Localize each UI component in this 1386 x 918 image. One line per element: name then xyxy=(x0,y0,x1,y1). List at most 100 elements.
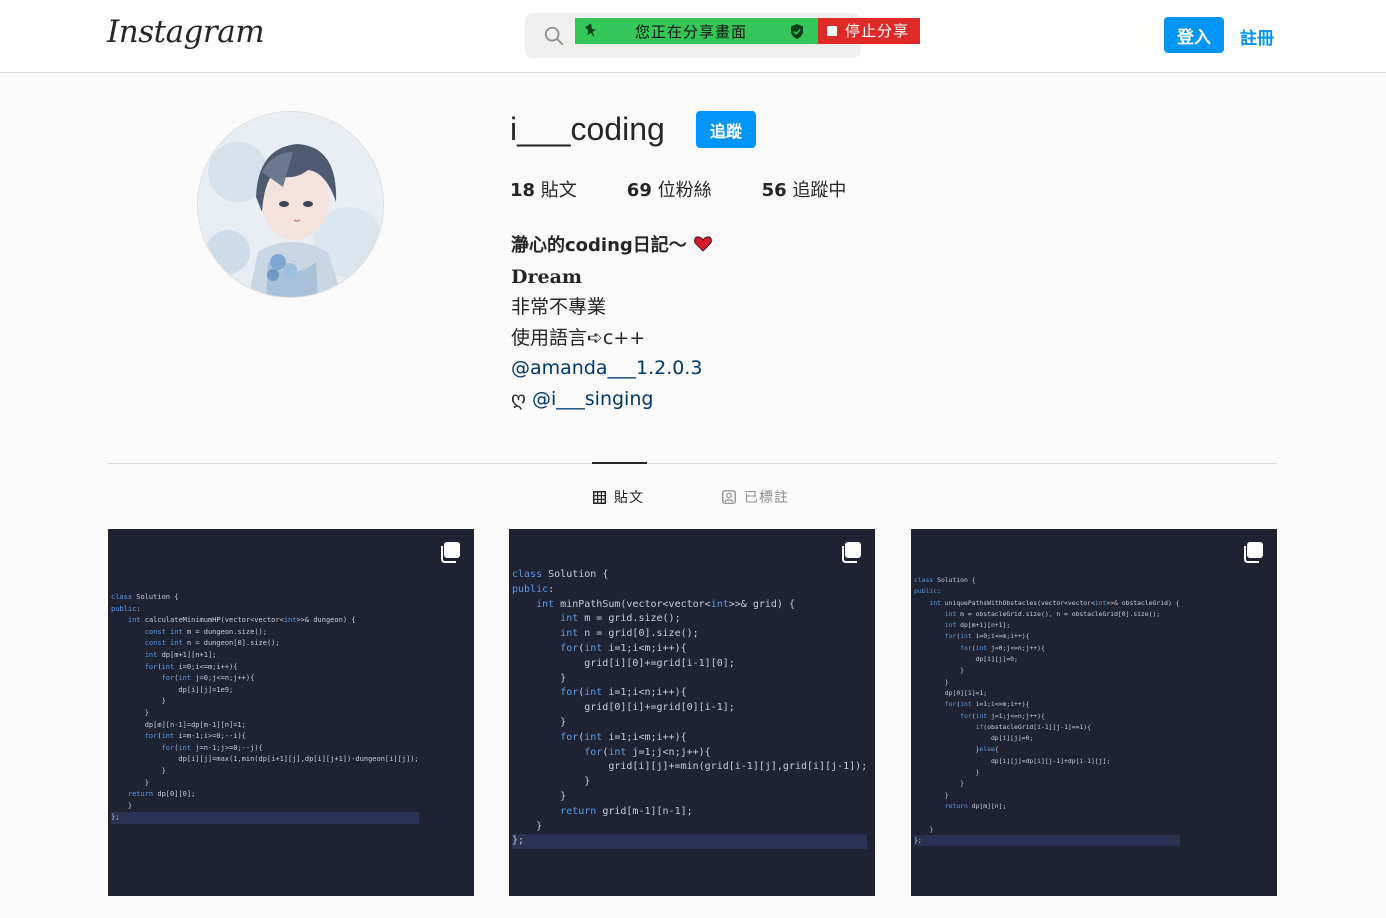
followers-stat[interactable]: 69 位粉絲 xyxy=(627,176,712,202)
code-line: } xyxy=(512,790,567,802)
posts-count-stat: 18 貼文 xyxy=(510,176,577,202)
code-line: } xyxy=(111,708,149,717)
code-line: public: xyxy=(111,604,141,613)
code-line: }; xyxy=(512,834,868,850)
followers-count: 69 xyxy=(626,180,652,201)
instagram-logo[interactable]: Instagram xyxy=(107,14,265,50)
code-line: } xyxy=(914,824,934,833)
screen-share-indicator: 您正在分享畫面 停止分享 xyxy=(575,18,920,44)
profile-stats: 18 貼文 69 位粉絲 56 追蹤中 xyxy=(510,176,896,202)
bio-mention-amanda[interactable]: @amanda___1.2.0.3 xyxy=(511,353,713,384)
code-line: public: xyxy=(512,583,555,595)
code-line: if(obstacleGrid[i-1][j-1]==1){ xyxy=(975,722,1091,731)
post-code-screenshot: class Solution { public: int calculateMin… xyxy=(111,592,419,824)
stop-share-button[interactable]: 停止分享 xyxy=(818,18,920,44)
code-line: } xyxy=(914,768,980,777)
code-line: for(int j=n-1;j>=0;--j){ xyxy=(161,743,263,752)
post-thumbnail[interactable]: class Solution { public: int calculateMin… xyxy=(108,529,474,896)
code-line: }else{ xyxy=(914,745,999,754)
code-line: } xyxy=(111,801,133,810)
tab-posts[interactable]: 貼文 xyxy=(593,487,644,507)
code-line: for(int i=0;i<=m;i++){ xyxy=(944,632,1030,641)
code-line: dp[i][j]=max(1,min(dp[i+1][j],dp[i][j+1]… xyxy=(111,755,419,764)
code-line: } xyxy=(512,820,543,832)
stop-share-label: 停止分享 xyxy=(845,22,910,40)
code-line: for(int j=0;j<=n;j++){ xyxy=(161,674,255,683)
login-button[interactable]: 登入 xyxy=(1164,17,1224,53)
code-line: } xyxy=(111,766,166,775)
code-line: class Solution { xyxy=(111,593,179,601)
follow-button[interactable]: 追蹤 xyxy=(696,111,756,148)
code-line: return dp[0][0]; xyxy=(127,790,196,799)
bio-line-2: 非常不專業 xyxy=(511,296,607,318)
profile-bio: 瀞心的coding日記～ 𝐃𝐫𝐞𝐚𝐦 非常不專業 使用語言➪c++ @amand… xyxy=(511,230,713,414)
post-thumbnail[interactable]: class Solution {public: int minPathSum(v… xyxy=(509,529,875,896)
code-line: int n = grid[0].size(); xyxy=(560,628,699,640)
following-label: 追蹤中 xyxy=(792,180,847,201)
code-line: } xyxy=(512,672,567,684)
followers-label: 位粉絲 xyxy=(657,180,712,201)
code-line: const int m = dungeon.size(); xyxy=(144,627,267,636)
code-line: } xyxy=(512,776,591,788)
stop-icon xyxy=(827,26,837,36)
code-line: grid[i][0]+=grid[i-1][0]; xyxy=(512,657,735,669)
code-line: grid[0][i]+=grid[0][i-1]; xyxy=(512,702,735,714)
code-line: for(int j=1;j<=n;j++){ xyxy=(960,711,1045,720)
code-line: for(int i=1;i<=m;i++){ xyxy=(944,700,1030,709)
heart-icon xyxy=(694,236,712,252)
shield-check-icon xyxy=(791,24,803,39)
avatar-illustration xyxy=(198,112,383,297)
code-line: for(int i=m-1;i>=0;--i){ xyxy=(144,732,246,741)
code-line: for(int i=1;i<n;i++){ xyxy=(560,687,687,699)
posts-count: 18 xyxy=(510,180,536,201)
post-code-screenshot: class Solution {public: int uniquePathsW… xyxy=(914,575,1180,847)
posts-count-label: 貼文 xyxy=(540,180,577,201)
following-count: 56 xyxy=(761,180,787,201)
code-line: for(int i=1;i<m;i++){ xyxy=(560,731,687,743)
code-line: } xyxy=(914,779,965,788)
multiple-photos-icon xyxy=(441,542,460,563)
profile-avatar[interactable] xyxy=(197,111,384,298)
code-line: int calculateMinimumHP(vector<vector<int… xyxy=(127,616,356,625)
top-navigation-bar: Instagram 您正在分享畫面 停止分享 登入 註冊 xyxy=(0,0,1386,73)
code-line: int m = obstacleGrid.size(), n = obstacl… xyxy=(944,609,1161,618)
pin-icon[interactable] xyxy=(585,23,599,39)
search-icon xyxy=(544,26,564,46)
bio-line-dream: 𝐃𝐫𝐞𝐚𝐦 xyxy=(511,265,582,288)
profile-username: i___coding xyxy=(510,111,665,147)
code-line: dp[i][j]=0; xyxy=(914,655,1018,664)
code-line: } xyxy=(111,697,166,706)
code-line: }; xyxy=(914,834,1180,847)
post-thumbnail[interactable]: class Solution {public: int uniquePathsW… xyxy=(911,529,1277,896)
following-stat[interactable]: 56 追蹤中 xyxy=(762,176,847,202)
bio-line-3: 使用語言➪c++ xyxy=(511,326,646,349)
code-line: dp[0][1]=1; xyxy=(914,688,988,697)
bio-mention-singing[interactable]: @i___singing xyxy=(532,388,653,410)
bio-line-singing: ღ @i___singing xyxy=(511,384,713,415)
code-line: dp[m][n-1]=dp[m-1][n]=1; xyxy=(111,720,246,729)
bio-display-name: 瀞心的coding日記～ xyxy=(511,235,687,256)
tabs-divider xyxy=(108,463,1277,464)
code-line: const int n = dungeon[0].size(); xyxy=(144,639,280,648)
post-code-screenshot: class Solution {public: int minPathSum(v… xyxy=(512,568,868,850)
code-line: int dp[m+1][n+1]; xyxy=(144,650,217,659)
screen-share-status: 您正在分享畫面 xyxy=(575,18,818,44)
code-line: for(int j=0;j<=n;j++){ xyxy=(960,643,1045,652)
tab-tagged-label: 已標註 xyxy=(744,490,789,506)
code-line: } xyxy=(111,778,149,787)
multiple-photos-icon xyxy=(842,542,861,563)
code-line: dp[i][j]=0; xyxy=(914,734,1034,743)
code-line: grid[i][j]+=min(grid[i-1][j],grid[i][j-1… xyxy=(512,761,868,773)
tagged-user-icon xyxy=(722,490,736,504)
code-line: dp[i][j]=1e9; xyxy=(111,685,234,694)
code-line: int uniquePathsWithObstacles(vector<vect… xyxy=(929,598,1180,607)
code-line: public: xyxy=(914,587,941,596)
code-line: } xyxy=(512,716,567,728)
code-line: return dp[m][n]; xyxy=(944,801,1007,810)
multiple-photos-icon xyxy=(1244,542,1263,563)
tab-tagged[interactable]: 已標註 xyxy=(722,487,789,507)
signup-link[interactable]: 註冊 xyxy=(1240,24,1274,49)
code-line: for(int j=1;j<n;j++){ xyxy=(584,746,711,758)
code-line: }; xyxy=(111,812,419,824)
